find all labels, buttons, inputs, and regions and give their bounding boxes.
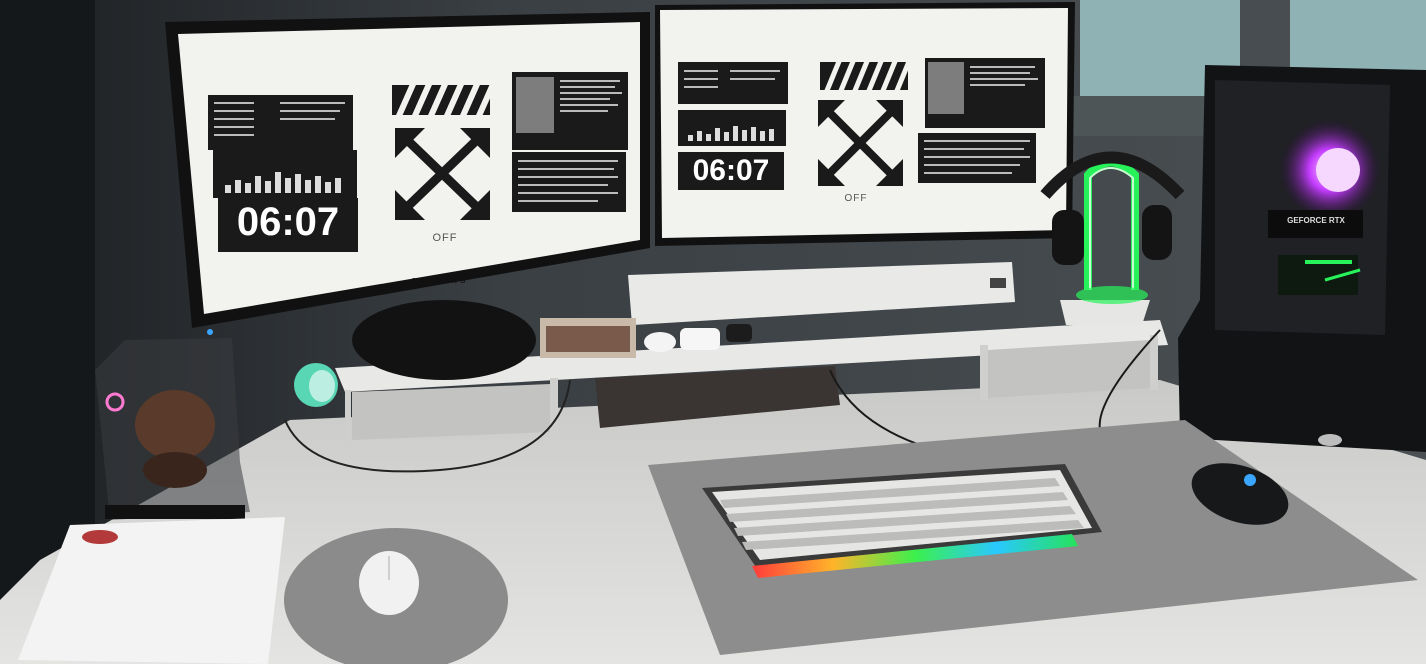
left-monitor-clock: 06:07 bbox=[236, 200, 340, 244]
right-monitor-clock: 06:07 bbox=[692, 154, 770, 187]
gpu-badge: GEFORCE RTX bbox=[1287, 216, 1345, 225]
right-monitor-status: OFF bbox=[844, 193, 868, 204]
left-monitor-status: OFF bbox=[432, 232, 458, 244]
scene-illustration bbox=[0, 0, 1426, 664]
desk-setup-photo: 06:07 OFF SAMSUNG 06:07 OFF GEFORCE RTX bbox=[0, 0, 1426, 664]
left-monitor-brand: SAMSUNG bbox=[411, 278, 469, 285]
